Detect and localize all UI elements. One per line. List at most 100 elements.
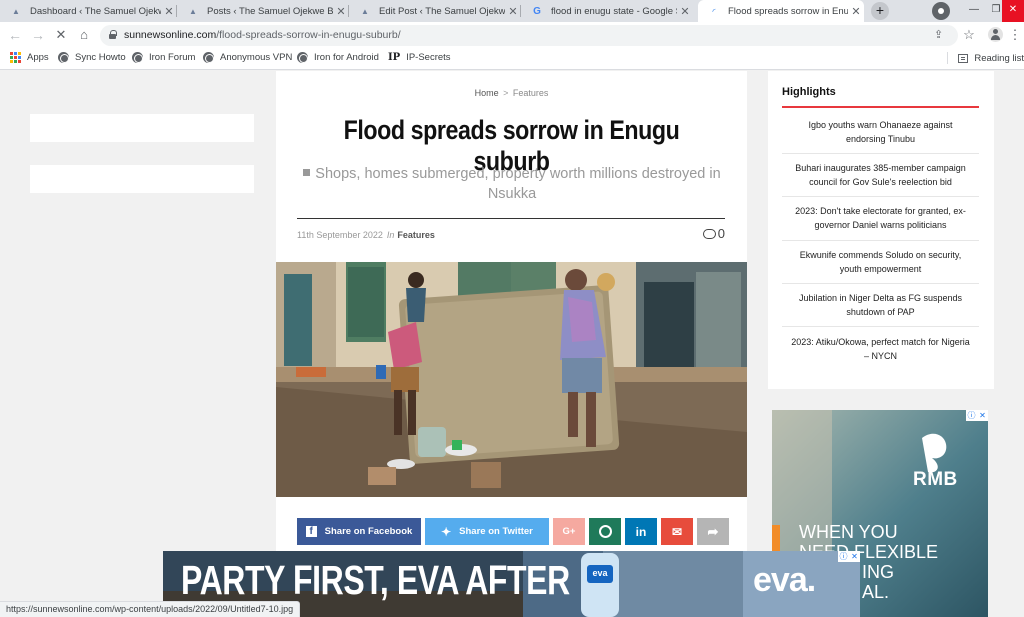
wordpress-favicon-icon: ▲ xyxy=(189,6,197,16)
home-icon[interactable]: ⌂ xyxy=(75,26,93,44)
url-path: /flood-spreads-sorrow-in-enugu-suburb/ xyxy=(216,29,401,41)
publish-date: 11th September 2022 xyxy=(297,230,383,240)
share-buttons: f Share on Facebook ✦ Share on Twitter G… xyxy=(297,518,729,545)
left-widget-placeholder xyxy=(30,114,254,142)
article-hero-image[interactable] xyxy=(276,262,747,497)
rmb-brand: RMB xyxy=(913,469,958,490)
bookmark-iron-forum[interactable]: Iron Forum xyxy=(132,52,195,63)
highlights-list: Igbo youths warn Ohanaeze against endors… xyxy=(782,111,979,370)
close-tab-icon[interactable]: ✕ xyxy=(848,5,864,18)
highlight-item[interactable]: Igbo youths warn Ohanaeze against endors… xyxy=(782,111,979,155)
reading-list-button[interactable]: Reading list xyxy=(947,52,1024,64)
close-window-icon[interactable]: ✕ xyxy=(1002,0,1024,22)
bookmark-star-icon[interactable]: ☆ xyxy=(960,26,978,44)
share-google-plus-button[interactable]: G+ xyxy=(553,518,585,545)
close-tab-icon[interactable]: ✕ xyxy=(333,5,349,18)
globe-icon xyxy=(297,52,308,63)
whatsapp-icon xyxy=(598,525,612,538)
apps-grid-icon xyxy=(10,52,21,63)
divider xyxy=(297,218,725,219)
share-twitter-button[interactable]: ✦ Share on Twitter xyxy=(425,518,549,545)
eva-logo: eva. xyxy=(753,561,816,599)
share-more-button[interactable]: ➦ xyxy=(697,518,729,545)
twitter-bird-icon: ✦ xyxy=(441,524,452,539)
article-subtitle: Shops, homes submerged, property worth m… xyxy=(302,164,722,204)
eva-ad-choices[interactable]: ⓘ ✕ xyxy=(838,551,860,562)
lock-icon[interactable] xyxy=(109,30,117,39)
tab-flood-article[interactable]: ◜ Flood spreads sorrow in Enugu subu ✕ xyxy=(698,0,864,22)
share-arrow-icon: ➦ xyxy=(707,523,719,539)
status-bar-url: https://sunnewsonline.com/wp-content/upl… xyxy=(0,601,301,617)
highlights-underline xyxy=(782,106,979,108)
stop-loading-icon[interactable]: ✕ xyxy=(52,26,70,44)
loading-favicon-icon: ◜ xyxy=(712,6,716,16)
highlight-item[interactable]: 2023: Don't take electorate for granted,… xyxy=(782,197,979,241)
share-linkedin-button[interactable]: in xyxy=(625,518,657,545)
profile-menu-icon[interactable] xyxy=(932,2,950,20)
square-bullet-icon xyxy=(303,169,311,176)
ad-choices[interactable]: ⓘ ✕ xyxy=(966,410,988,421)
bookmark-anonymous-vpn[interactable]: Anonymous VPN xyxy=(203,52,292,63)
close-tab-icon[interactable]: ✕ xyxy=(161,5,177,18)
tab-posts[interactable]: ▲ Posts ‹ The Samuel Ojekwe Blog — W ✕ xyxy=(177,0,349,22)
new-tab-button[interactable]: + xyxy=(871,2,889,20)
bookmark-ip-secrets[interactable]: IP IP-Secrets xyxy=(388,52,451,63)
ip-icon: IP xyxy=(388,52,401,63)
back-arrow-icon[interactable]: ← xyxy=(6,26,24,44)
eva-bottle-label: eva xyxy=(592,568,608,578)
ad-info-icon[interactable]: ⓘ xyxy=(838,551,849,562)
breadcrumb-current[interactable]: Features xyxy=(513,88,549,98)
linkedin-icon: in xyxy=(635,524,647,539)
bookmarks-bar: Apps Sync Howto Iron Forum Anonymous VPN… xyxy=(0,48,1024,70)
reading-list-icon xyxy=(958,53,969,63)
highlight-item[interactable]: Ekwunife commends Soludo on security, yo… xyxy=(782,241,979,284)
comment-count-link[interactable]: 0 xyxy=(702,226,725,241)
breadcrumb: Home > Features xyxy=(276,88,747,98)
address-bar[interactable]: sunnewsonline.com/flood-spreads-sorrow-i… xyxy=(100,25,958,46)
close-tab-icon[interactable]: ✕ xyxy=(505,5,521,18)
globe-icon xyxy=(58,52,69,63)
account-avatar-icon[interactable] xyxy=(988,27,1003,42)
browser-menu-icon[interactable]: ⋮ xyxy=(1006,26,1024,44)
share-facebook-button[interactable]: f Share on Facebook xyxy=(297,518,421,545)
google-plus-icon: G+ xyxy=(562,526,576,537)
highlight-item[interactable]: 2023: Atiku/Okowa, perfect match for Nig… xyxy=(782,327,979,370)
rmb-tagline-line3: ING xyxy=(862,562,895,582)
rmb-tagline-line4: AL. xyxy=(862,582,890,602)
globe-icon xyxy=(203,52,214,63)
bookmark-sync-howto[interactable]: Sync Howto xyxy=(58,52,126,63)
article-column: Home > Features Flood spreads sorrow in … xyxy=(276,71,747,617)
category-link[interactable]: Features xyxy=(397,230,435,240)
facebook-icon: f xyxy=(305,526,317,537)
share-email-button[interactable]: ✉ xyxy=(661,518,693,545)
breadcrumb-home-link[interactable]: Home xyxy=(475,88,499,98)
forward-arrow-icon[interactable]: → xyxy=(29,26,47,44)
wordpress-favicon-icon: ▲ xyxy=(12,6,20,16)
share-whatsapp-button[interactable] xyxy=(589,518,621,545)
ad-close-icon[interactable]: ✕ xyxy=(849,551,860,562)
wordpress-favicon-icon: ▲ xyxy=(361,6,369,16)
browser-toolbar: ← → ✕ ⌂ sunnewsonline.com/flood-spreads-… xyxy=(0,22,1024,48)
highlight-item[interactable]: Jubilation in Niger Delta as FG suspends… xyxy=(782,284,979,327)
tab-dashboard[interactable]: ▲ Dashboard ‹ The Samuel Ojekwe Blog ✕ xyxy=(0,0,177,22)
comment-bubble-icon xyxy=(702,228,716,239)
url-host: sunnewsonline.com xyxy=(124,29,217,41)
ad-info-icon[interactable]: ⓘ xyxy=(966,410,977,421)
tab-strip: ▲ Dashboard ‹ The Samuel Ojekwe Blog ✕ ▲… xyxy=(0,0,1024,22)
highlight-item[interactable]: Buhari inaugurates 385-member campaign c… xyxy=(782,154,979,198)
email-envelope-icon: ✉ xyxy=(671,524,683,539)
web-page: Home > Features Flood spreads sorrow in … xyxy=(0,71,1024,617)
tab-google-search[interactable]: G flood in enugu state - Google Sear ✕ xyxy=(521,0,693,22)
close-tab-icon[interactable]: ✕ xyxy=(677,5,693,18)
rmb-tagline-line1: WHEN YOU xyxy=(799,522,898,542)
highlights-title: Highlights xyxy=(782,86,836,98)
share-page-icon[interactable]: ⇪ xyxy=(934,28,943,41)
highlights-widget: Highlights Igbo youths warn Ohanaeze aga… xyxy=(768,71,994,389)
flood-scene-illustration xyxy=(276,262,747,497)
ad-close-icon[interactable]: ✕ xyxy=(977,410,988,421)
tab-edit-post[interactable]: ▲ Edit Post ‹ The Samuel Ojekwe Blog ✕ xyxy=(349,0,521,22)
bookmark-iron-for-android[interactable]: Iron for Android xyxy=(297,52,379,63)
eva-ad-headline: PARTY FIRST, EVA AFTER xyxy=(181,557,570,603)
breadcrumb-separator: > xyxy=(503,88,509,98)
bookmark-apps[interactable]: Apps xyxy=(10,52,49,63)
